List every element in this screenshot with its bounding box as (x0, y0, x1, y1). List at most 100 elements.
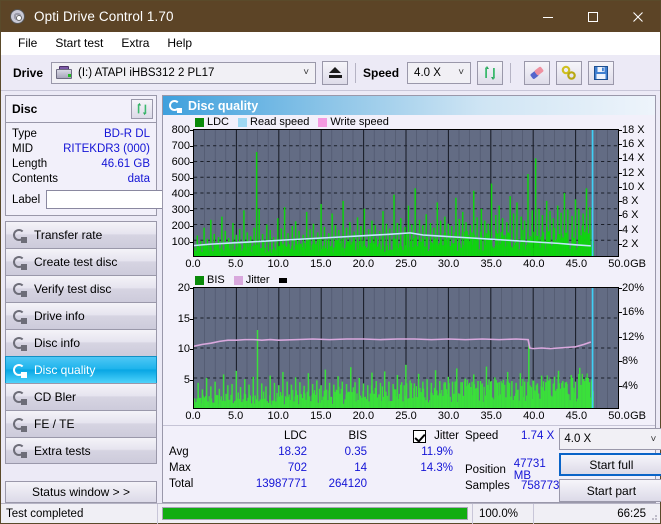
speed-readout-value: 1.74 X (521, 430, 555, 442)
y-tick-label: 300 (171, 204, 190, 216)
sidebar-item-extra-tests[interactable]: Extra tests (5, 437, 157, 464)
y2-tick-label: 4% (622, 379, 638, 392)
y-tick-label: 20 (177, 282, 190, 294)
sidebar-item-drive-info[interactable]: Drive info (5, 302, 157, 329)
y2-tick-label: 16% (622, 306, 645, 319)
drive-select[interactable]: (I:) ATAPI iHBS312 2 PL17 ˅ (51, 61, 317, 84)
x-tick-label: 35.0 (480, 258, 502, 270)
start-part-button[interactable]: Start part (559, 479, 661, 502)
disc-type-label: Type (12, 127, 37, 140)
jitter-checkbox[interactable] (413, 429, 427, 443)
legend-item-bis: BIS (195, 274, 225, 286)
status-window-button[interactable]: Status window > > (5, 481, 157, 503)
start-full-button[interactable]: Start full (559, 453, 661, 476)
tools-icon[interactable] (556, 60, 583, 85)
x-tick-label: 15.0 (310, 258, 332, 270)
x-tick-label: 10.0 (267, 410, 289, 422)
x-tick-label: 30.0 (437, 258, 460, 270)
menu-start-test[interactable]: Start test (46, 34, 112, 52)
toolbar-separator (510, 62, 512, 83)
ldc-chart-y-axis: 100 200 300 400 500 600 700 800 (165, 124, 193, 257)
run-controls: 4.0 X ˅ Start full Start part (559, 428, 661, 502)
sidebar-item-cd-bler[interactable]: CD Bler (5, 383, 157, 410)
x-tick-label: 0.0 (185, 410, 201, 422)
y2-tick-label: 20% (622, 282, 645, 294)
jitter-header-group: Jitter (367, 429, 459, 443)
ldc-chart-y2-axis: 2 X4 X6 X8 X 10 X 12 X 14 X 16 X 18 X (619, 124, 653, 257)
y2-tick-label: 6 X (622, 209, 639, 222)
stats-avg-bis: 0.35 (344, 446, 367, 458)
speed-readout: Speed 1.74 X (465, 428, 559, 444)
x-tick-label: 40.0 (523, 258, 545, 270)
sidebar-item-disc-info[interactable]: Disc info (5, 329, 157, 356)
legend-swatch-read-speed (238, 117, 248, 127)
minimize-icon[interactable] (525, 1, 570, 32)
bis-chart-plot[interactable] (193, 287, 619, 409)
x-tick-label: 25.0 (395, 258, 417, 270)
stats-row-avg: Avg 18.32 0.35 11.9% (169, 444, 459, 460)
maximize-icon[interactable] (570, 1, 615, 32)
ldc-chart-plot[interactable] (193, 129, 619, 257)
sidebar-item-disc-quality[interactable]: Disc quality (5, 356, 157, 383)
y2-tick (619, 172, 622, 174)
y2-tick-label: 14 X (622, 152, 645, 165)
menu-help[interactable]: Help (158, 34, 201, 52)
sidebar-item-create-test-disc[interactable]: Create test disc (5, 248, 157, 275)
y2-tick (619, 144, 622, 146)
y2-tick-label: 18 X (622, 124, 645, 136)
legend-swatch-write-speed (318, 117, 328, 127)
disc-info-panel: Disc Type BD-R DL MID RITEKDR3 (000) Len… (5, 95, 250, 216)
app-window: Opti Drive Control 1.70 File Start test … (0, 0, 661, 524)
charts-area: LDC Read speed Write speed 100 200 300 400 5… (163, 115, 655, 425)
disc-row-contents: Contents data (12, 171, 150, 186)
stats-avg-ldc: 18.32 (278, 446, 307, 458)
x-tick-label: 45.0 (565, 410, 588, 422)
x-tick-label: 20.0 (352, 258, 375, 270)
y2-tick (619, 361, 622, 363)
y2-tick (619, 186, 622, 188)
sidebar-item-fe-te[interactable]: FE / TE (5, 410, 157, 437)
disc-refresh-icon[interactable] (131, 99, 153, 119)
sidebar: Disc Type BD-R DL MID RITEKDR3 (000) Len… (1, 91, 250, 503)
y2-tick (619, 158, 622, 160)
status-text: Test completed (1, 503, 158, 524)
disc-type-value: BD-R DL (103, 127, 150, 140)
body: Disc Type BD-R DL MID RITEKDR3 (000) Len… (1, 91, 661, 503)
y2-tick (619, 201, 622, 203)
samples-readout-label: Samples (465, 480, 510, 492)
disc-contents-label: Contents (12, 172, 59, 185)
sidebar-item-label: CD Bler (34, 390, 77, 404)
speed-label: Speed (363, 65, 400, 80)
y2-tick-label: 16 X (622, 138, 645, 151)
main-panel: Disc quality LDC Read speed Write speed … (162, 95, 661, 503)
sidebar-item-transfer-rate[interactable]: Transfer rate (5, 221, 157, 248)
y2-tick (619, 130, 622, 131)
legend-label-read-speed: Read speed (250, 116, 310, 128)
menu-file[interactable]: File (9, 34, 46, 52)
eraser-icon[interactable] (524, 60, 551, 85)
legend-label-jitter: Jitter (245, 274, 270, 286)
y2-tick-label: 10 X (622, 180, 645, 193)
sidebar-item-label: Disc info (34, 336, 81, 350)
toolbar-separator (355, 62, 357, 83)
refresh-icon[interactable] (477, 60, 504, 85)
close-icon[interactable] (615, 1, 660, 32)
eject-button[interactable] (322, 60, 349, 85)
legend-swatch-ldc (195, 117, 204, 127)
menu-extra[interactable]: Extra (112, 34, 158, 52)
sidebar-item-verify-test-disc[interactable]: Verify test disc (5, 275, 157, 302)
sidebar-item-label: FE / TE (34, 417, 75, 431)
legend-item-jitter: Jitter (233, 274, 270, 286)
resize-grip[interactable] (648, 511, 658, 521)
test-speed-select[interactable]: 4.0 X ˅ (559, 428, 661, 450)
save-icon[interactable] (588, 60, 615, 85)
y-tick-label: 500 (171, 172, 190, 184)
position-readout-value: 47731 MB (513, 458, 546, 482)
disc-row-length: Length 46.61 GB (12, 156, 150, 171)
stats-label-total: Total (169, 478, 194, 490)
y2-tick (619, 312, 622, 314)
y2-tick-label: 12% (622, 330, 645, 343)
speed-select[interactable]: 4.0 X ˅ (407, 61, 472, 84)
disc-row-type: Type BD-R DL (12, 126, 150, 141)
